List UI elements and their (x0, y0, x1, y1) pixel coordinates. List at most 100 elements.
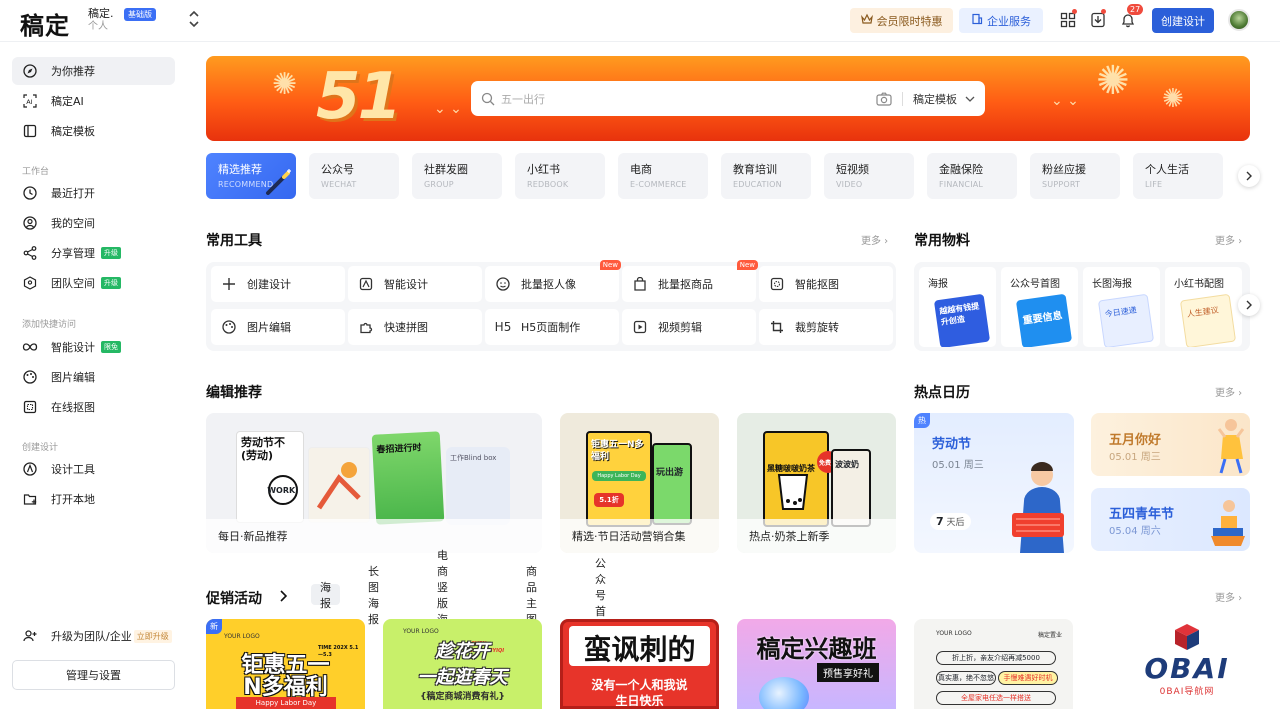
promo-tab-product-main[interactable]: 商品主图 (517, 565, 546, 626)
share-icon (22, 245, 38, 261)
chevron-updown-icon[interactable] (188, 10, 200, 31)
search-scope-select[interactable]: 稿定模板 (913, 91, 957, 107)
countdown-badge: 7 天后 (930, 513, 971, 530)
material-long-poster[interactable]: 长图海报 今日速递 (1083, 267, 1160, 347)
tool-crop-rotate[interactable]: 裁剪旋转 (759, 309, 893, 345)
sidebar-item-open-local[interactable]: 打开本地 (12, 485, 175, 513)
tool-batch-product-cutout[interactable]: 批量抠商品 New (622, 260, 758, 302)
editor-card-label: 每日·新品推荐 (206, 519, 542, 553)
tool-smart-design[interactable]: 智能设计 (348, 266, 482, 302)
category-cn-label: 电商 (630, 163, 652, 176)
category-en-label: VIDEO (836, 180, 863, 189)
workspace-switcher[interactable]: 稿定. 个人 (88, 7, 114, 33)
category-cn-label: 教育培训 (733, 163, 777, 176)
material-poster[interactable]: 海报 越越有钱提升创造 (919, 267, 996, 347)
materials-section-title: 常用物料 (914, 233, 970, 249)
material-redbook-image[interactable]: 小红书配图 人生建议 (1165, 267, 1242, 347)
sidebar-item-cutout[interactable]: 在线抠图 (12, 393, 175, 421)
sidebar-item-my-space[interactable]: 我的空间 (12, 209, 175, 237)
promo-card-birthday[interactable]: 蛮讽刺的 没有一个人和我说 生日快乐 (560, 619, 719, 709)
tool-create-design[interactable]: 创建设计 (211, 266, 345, 302)
milk-tea-cup-illustration (773, 469, 813, 513)
plus-icon (221, 276, 237, 292)
promo-card-spring[interactable]: YOUR LOGO CHEN HUAKAIYIQI 趁花开 一起逛春天 {稿定商… (383, 619, 542, 709)
compass-icon (22, 63, 38, 79)
hot-event-hello-may[interactable]: 五月你好 05.01 周三 (1091, 413, 1250, 476)
editor-card-label: 热点·奶茶上新季 (737, 519, 896, 553)
category-tab-group[interactable]: 社群发圈 GROUP (412, 153, 502, 199)
category-en-label: E-COMMERCE (630, 180, 687, 189)
sidebar-item-recent[interactable]: 最近打开 (12, 179, 175, 207)
top-bar: 稿定 稿定. 个人 基础版 会员限时特惠 企业服务 27 创建设计 (0, 0, 1280, 42)
category-tab-video[interactable]: 短视频 VIDEO (824, 153, 914, 199)
promo-card-interest-class[interactable]: 稿定兴趣班 预售享好礼 (737, 619, 896, 709)
category-tab-redbook[interactable]: 小红书 REDBOOK (515, 153, 605, 199)
poster-thumbnail: 劳动节不(劳动) (236, 431, 304, 523)
hot-event-labor-day[interactable]: 热 劳动节 05.01 周三 7 天后 (914, 413, 1074, 553)
sidebar-item-team-space[interactable]: 团队空间 升级 (12, 269, 175, 297)
tool-smart-cutout[interactable]: 智能抠图 (759, 266, 893, 302)
tool-image-edit[interactable]: 图片编辑 (211, 309, 345, 345)
category-tab-life[interactable]: 个人生活 LIFE (1133, 153, 1223, 199)
category-tab-education[interactable]: 教育培训 EDUCATION (721, 153, 811, 199)
promo-arrow-icon[interactable] (279, 587, 288, 606)
sidebar-item-upgrade-team[interactable]: 升级为团队/企业 立即升级 (12, 622, 175, 650)
search-input[interactable]: 五一出行 (501, 91, 876, 107)
free-tag: 限免 (101, 341, 121, 353)
vip-promo-button[interactable]: 会员限时特惠 (850, 8, 953, 33)
category-tab-ecommerce[interactable]: 电商 E-COMMERCE (618, 153, 708, 199)
promo-more-link[interactable]: 更多 › (1215, 589, 1242, 604)
editor-card-festival[interactable]: 钜惠五一N多福利 Happy Labor Day 5.1折 玩出游 精选·节日活… (560, 413, 719, 553)
category-en-label: LIFE (1145, 180, 1163, 189)
search-bar[interactable]: 五一出行 稿定模板 (471, 81, 985, 116)
sidebar-item-image-edit[interactable]: 图片编辑 (12, 363, 175, 391)
search-icon (481, 92, 495, 106)
create-section-label: 创建设计 (22, 443, 59, 453)
material-wechat-cover[interactable]: 公众号首图 重要信息 (1001, 267, 1078, 347)
manage-settings-button[interactable]: 管理与设置 (12, 660, 175, 690)
promo-tab-poster[interactable]: 海报 (311, 581, 340, 610)
editor-card-milk-tea[interactable]: 黑糖啵啵奶茶 免费得 波波奶 热点·奶茶上新季 (737, 413, 896, 553)
category-tab-wechat[interactable]: 公众号 WECHAT (309, 153, 399, 199)
hot-event-youth-day[interactable]: 五四青年节 05.04 周六 (1091, 488, 1250, 551)
sidebar-item-templates[interactable]: 稿定模板 (12, 117, 175, 145)
category-tab-recommend[interactable]: 精选推荐 RECOMMEND (206, 153, 296, 199)
chevron-down-icon[interactable] (965, 96, 975, 102)
more-label: 更多 (1215, 236, 1235, 247)
worker-illustration (1008, 457, 1074, 553)
promo-card-real-estate[interactable]: YOUR LOGO 稿定置业 折上折，亲友介绍再减5000 真实惠，绝不忽悠 手… (914, 619, 1073, 709)
sidebar-item-recommend[interactable]: 为你推荐 (12, 57, 175, 85)
create-design-button[interactable]: 创建设计 (1152, 8, 1214, 33)
category-tab-support[interactable]: 粉丝应援 SUPPORT (1030, 153, 1120, 199)
brand-logo[interactable]: 稿定 (20, 6, 70, 41)
clock-icon (22, 185, 38, 201)
category-next-button[interactable] (1238, 165, 1260, 187)
editor-card-new-products[interactable]: 劳动节不(劳动) WORK! 春招进行时 工作Blind box 每日·新品推荐 (206, 413, 542, 553)
category-tab-financial[interactable]: 金融保险 FINANCIAL (927, 153, 1017, 199)
camera-icon[interactable] (876, 92, 892, 106)
promo-card-labor-day[interactable]: 新 YOUR LOGO TIME 202X 5.1—5.3 钜惠五一 N多福利 … (206, 619, 365, 709)
sidebar-item-design-tools[interactable]: 设计工具 (12, 455, 175, 483)
hot-calendar-more-link[interactable]: 更多 › (1215, 384, 1242, 399)
material-label: 海报 (928, 279, 948, 290)
tool-quick-collage[interactable]: 快速拼图 (348, 309, 482, 345)
promo-caption: 生日快乐 (615, 694, 664, 708)
material-thumbnail: 人生建议 (1179, 293, 1237, 347)
promo-tab-vertical-ecommerce[interactable]: 电商竖版海报 (428, 549, 457, 642)
tool-h5-page[interactable]: H5 H5页面制作 (485, 309, 619, 345)
sidebar-item-share[interactable]: 分享管理 升级 (12, 239, 175, 267)
sidebar-item-ai[interactable]: AI 稿定AI (12, 87, 175, 115)
upgrade-now-tag[interactable]: 立即升级 (133, 629, 172, 643)
materials-more-link[interactable]: 更多 › (1215, 232, 1242, 247)
sidebar-item-smart-design[interactable]: 智能设计 限免 (12, 333, 175, 361)
category-cn-label: 金融保险 (939, 163, 983, 176)
tool-label: 视频剪辑 (658, 321, 702, 334)
tools-more-link[interactable]: 更多 › (861, 232, 888, 247)
materials-next-button[interactable] (1238, 294, 1260, 316)
promo-tab-long-poster[interactable]: 长图海报 (359, 565, 388, 626)
user-avatar[interactable] (1228, 9, 1250, 31)
tool-batch-portrait-cutout[interactable]: 批量抠人像 New (485, 260, 621, 302)
tool-video-edit[interactable]: 视频剪辑 (622, 309, 756, 345)
promo-tab-wechat-cover[interactable]: 公众号首图 (586, 557, 615, 634)
enterprise-service-button[interactable]: 企业服务 (959, 8, 1043, 33)
